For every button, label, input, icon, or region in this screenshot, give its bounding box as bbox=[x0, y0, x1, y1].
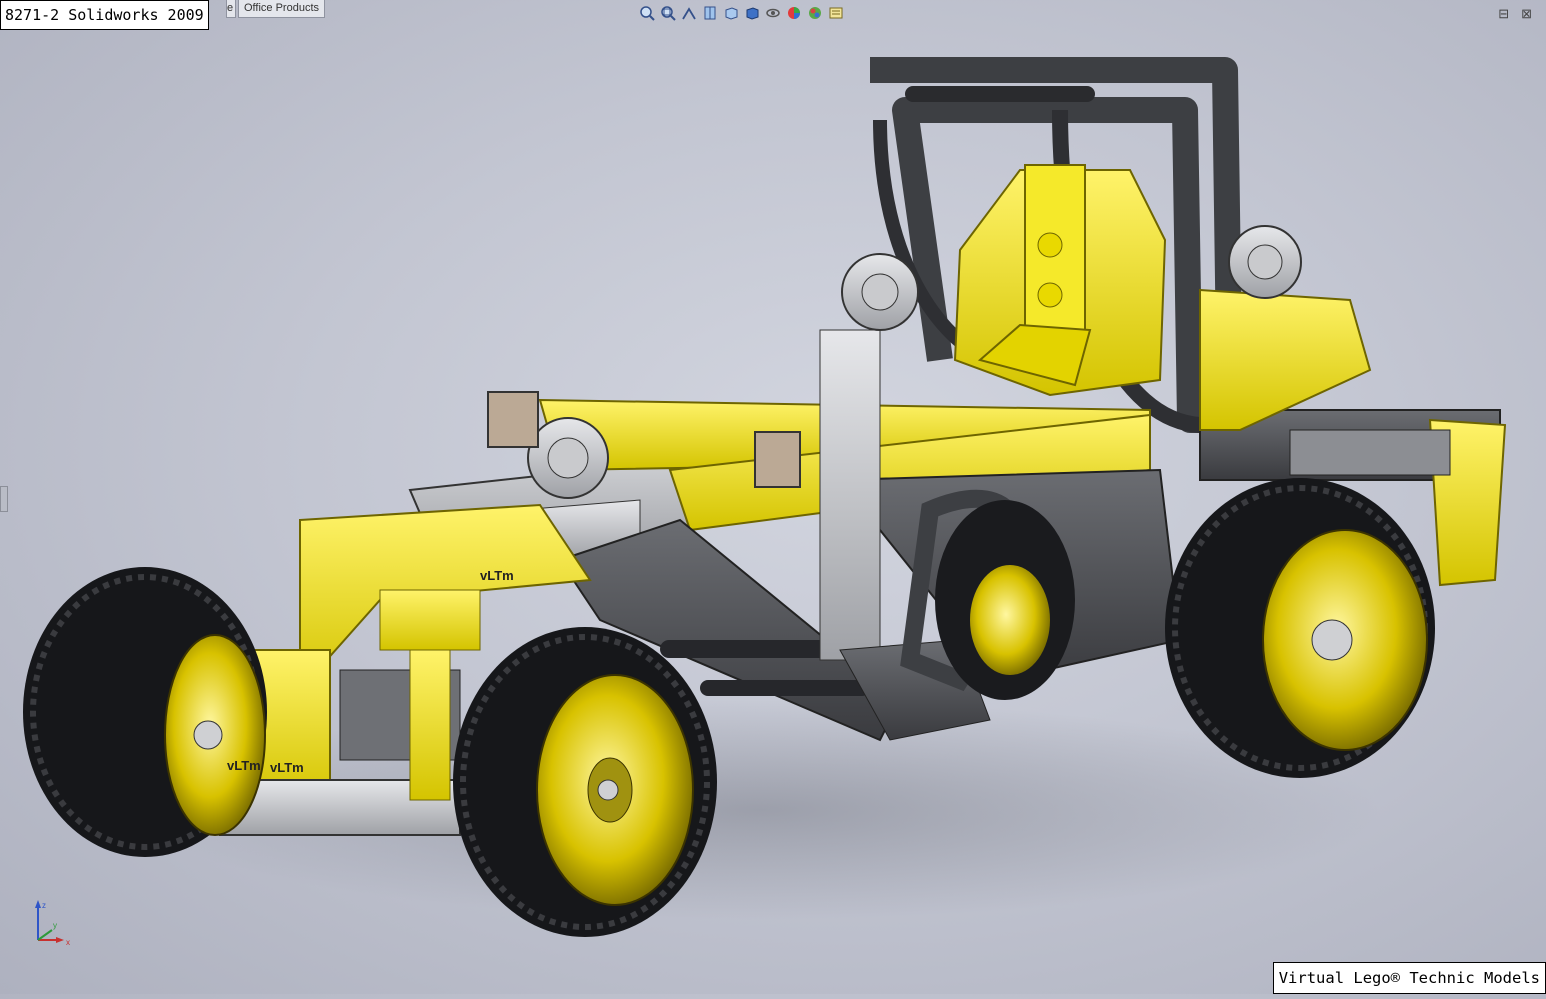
graphics-viewport[interactable]: vLTm vLTm vLTm bbox=[0, 0, 1546, 994]
heads-up-view-toolbar bbox=[638, 4, 844, 22]
document-title: 8271-2 Solidworks 2009 bbox=[0, 0, 209, 30]
tab-partial[interactable]: e bbox=[226, 0, 236, 18]
front-left-wheel bbox=[23, 567, 267, 857]
rear-right-wheel bbox=[1165, 478, 1435, 778]
previous-view-icon[interactable] bbox=[680, 4, 697, 22]
zoom-area-icon[interactable] bbox=[659, 4, 676, 22]
section-view-icon[interactable] bbox=[701, 4, 718, 22]
edit-appearance-icon[interactable] bbox=[785, 4, 802, 22]
lego-model: vLTm vLTm vLTm bbox=[23, 57, 1507, 937]
front-right-wheel bbox=[453, 627, 717, 937]
z-axis-label: z bbox=[42, 901, 46, 910]
restore-window-button[interactable]: ⊟ bbox=[1498, 6, 1509, 22]
reference-triad: z x y bbox=[35, 900, 70, 947]
seat bbox=[953, 164, 1167, 397]
display-style-icon[interactable] bbox=[743, 4, 760, 22]
hide-show-icon[interactable] bbox=[764, 4, 781, 22]
apply-scene-icon[interactable] bbox=[806, 4, 823, 22]
view-settings-icon[interactable] bbox=[827, 4, 844, 22]
window-controls: ⊟ ⊠ bbox=[1498, 6, 1532, 22]
panel-collapse-handle[interactable] bbox=[0, 486, 8, 512]
vltm-label: vLTm bbox=[480, 568, 514, 583]
zoom-to-fit-icon[interactable] bbox=[638, 4, 655, 22]
footer-caption: Virtual Lego® Technic Models bbox=[1272, 962, 1546, 994]
close-window-button[interactable]: ⊠ bbox=[1521, 6, 1532, 22]
rear-left-wheel bbox=[935, 500, 1075, 700]
tab-office-products[interactable]: Office Products bbox=[238, 0, 325, 18]
task-tabs: e Office Products bbox=[226, 0, 327, 18]
view-orientation-icon[interactable] bbox=[722, 4, 739, 22]
vltm-label: vLTm bbox=[227, 758, 261, 773]
vltm-label: vLTm bbox=[270, 760, 304, 775]
y-axis-label: y bbox=[53, 921, 57, 930]
x-axis-label: x bbox=[66, 938, 70, 947]
